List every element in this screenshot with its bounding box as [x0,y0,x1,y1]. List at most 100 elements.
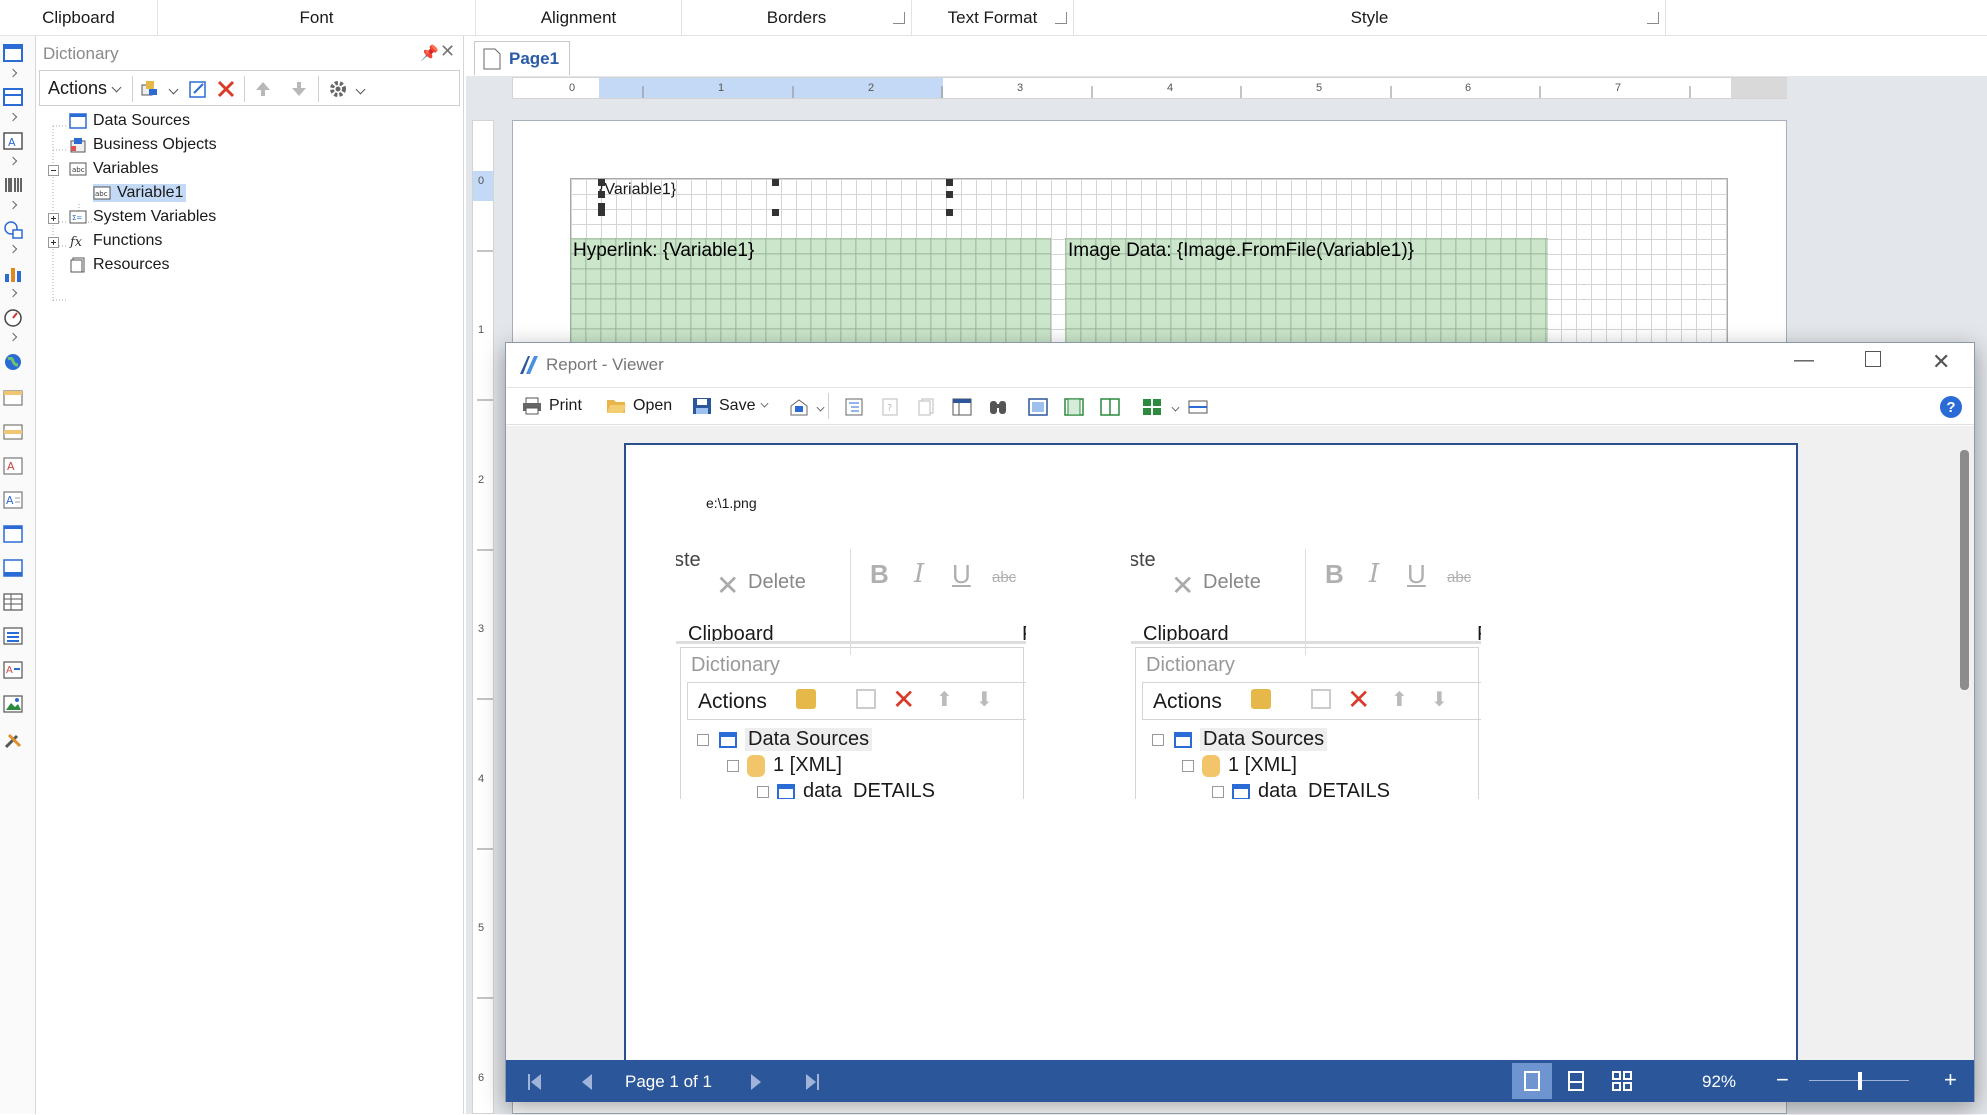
ribbon-group-style[interactable]: Style [1074,0,1666,36]
chevron-right-icon[interactable] [8,332,18,342]
tree-item-system-variables[interactable]: Σ= System Variables [69,208,216,226]
pin-icon[interactable]: 📌 [420,44,439,62]
single-page-view-button[interactable] [1512,1063,1552,1099]
move-up-icon[interactable] [253,79,273,99]
chevron-right-icon[interactable] [8,244,18,254]
gear-icon[interactable] [328,79,348,99]
close-icon[interactable]: ✕ [440,41,455,62]
map-icon[interactable] [3,352,25,372]
dialog-launcher-icon[interactable] [893,12,905,24]
print-button[interactable]: Print [522,397,582,415]
selection-handle[interactable] [598,179,605,186]
chevron-down-icon[interactable] [355,84,366,95]
chevron-right-icon[interactable] [8,200,18,210]
close-icon[interactable]: ✕ [1932,349,1950,375]
chevron-right-icon[interactable] [8,156,18,166]
delete-icon[interactable] [216,79,236,99]
minimize-icon[interactable]: — [1794,349,1814,372]
editor-icon[interactable] [952,398,972,416]
multiple-pages-icon[interactable] [1142,398,1162,416]
new-item-icon[interactable] [140,79,160,99]
chevron-right-icon[interactable] [8,68,18,78]
selection-handle[interactable] [598,191,605,198]
selection-handle[interactable] [946,209,953,216]
continuous-view-button[interactable] [1556,1063,1596,1099]
zoom-in-icon[interactable]: + [1944,1067,1957,1093]
previous-page-icon[interactable] [582,1074,592,1090]
chevron-right-icon[interactable] [8,288,18,298]
tree-item-variable1[interactable]: abc Variable1 [93,184,187,202]
ribbon-group-font[interactable]: Font [158,0,476,36]
band-icon[interactable] [3,88,25,108]
move-down-icon[interactable] [289,79,309,99]
data-band-icon[interactable] [3,422,25,442]
shapes-icon[interactable] [3,220,25,240]
tree-item-data-sources[interactable]: Data Sources [69,112,190,130]
selection-handle[interactable] [772,209,779,216]
chevron-right-icon[interactable] [8,112,18,122]
chevron-down-icon[interactable] [168,84,179,95]
text-component-icon[interactable]: A [3,132,25,152]
page-icon [483,48,501,70]
save-button[interactable]: Save [692,397,769,415]
tree-item-variables[interactable]: abc Variables [69,160,159,178]
parameters-icon[interactable]: ? [880,398,900,416]
zoom-out-icon[interactable]: − [1776,1067,1789,1093]
rich-text-icon[interactable]: A [3,490,25,510]
page-icon[interactable] [3,44,25,64]
table-icon[interactable] [3,592,25,612]
selection-handle[interactable] [946,179,953,186]
selection-handle[interactable] [772,179,779,186]
scrollbar-thumb[interactable] [1960,450,1969,690]
ribbon-group-borders[interactable]: Borders [682,0,912,36]
variable-text-component[interactable]: {Variable1} [599,181,676,199]
multi-page-view-button[interactable] [1602,1063,1642,1099]
header-band-icon[interactable] [3,388,25,408]
ribbon-group-alignment[interactable]: Alignment [476,0,682,36]
barcode-icon[interactable] [3,176,25,196]
bookmarks-icon[interactable] [844,398,864,416]
expand-icon[interactable] [48,237,59,248]
tab-page1[interactable]: Page1 [474,41,570,75]
send-email-icon[interactable] [789,398,809,416]
chevron-down-icon[interactable] [816,403,825,412]
text-box-icon[interactable]: A [3,456,25,476]
gauge-icon[interactable] [3,308,25,328]
text-in-cells-icon[interactable]: A [3,660,25,680]
image-icon[interactable] [3,694,25,714]
dialog-launcher-icon[interactable] [1055,12,1067,24]
maximize-icon[interactable] [1865,351,1881,367]
actions-dropdown[interactable]: Actions [48,78,122,99]
chevron-down-icon[interactable] [1171,403,1180,412]
full-screen-icon[interactable] [1028,398,1048,416]
find-icon[interactable] [988,398,1008,416]
last-page-icon[interactable] [806,1074,816,1090]
next-page-icon[interactable] [751,1074,761,1090]
chart-icon[interactable] [3,264,25,284]
selection-handle[interactable] [946,191,953,198]
collapse-icon[interactable] [48,165,59,176]
expand-icon[interactable] [48,213,59,224]
tools-icon[interactable] [3,730,25,750]
viewer-title-bar[interactable]: Report - Viewer — ✕ [506,343,1974,387]
single-page-icon[interactable] [1064,398,1084,416]
edit-icon[interactable] [188,79,208,99]
dialog-launcher-icon[interactable] [1647,12,1659,24]
two-pages-icon[interactable] [1100,398,1120,416]
resources-icon[interactable] [916,398,936,416]
ribbon-group-clipboard[interactable]: Clipboard [0,0,158,36]
selection-handle[interactable] [598,209,605,216]
tree-item-business-objects[interactable]: Business Objects [69,136,217,154]
ribbon-group-text-format[interactable]: Text Format [912,0,1074,36]
first-page-icon[interactable] [531,1074,541,1090]
open-button[interactable]: Open [606,397,672,415]
help-button[interactable]: ? [1940,396,1962,418]
tree-item-functions[interactable]: ƒx Functions [69,232,162,250]
panel-icon[interactable] [3,524,25,544]
vertical-scrollbar[interactable] [1954,426,1974,1060]
zoom-slider-thumb[interactable] [1858,1072,1862,1090]
tree-item-resources[interactable]: Resources [69,256,169,274]
footer-band-icon[interactable] [3,558,25,578]
page-view-mode-icon[interactable] [1188,398,1208,416]
list-icon[interactable] [3,626,25,646]
